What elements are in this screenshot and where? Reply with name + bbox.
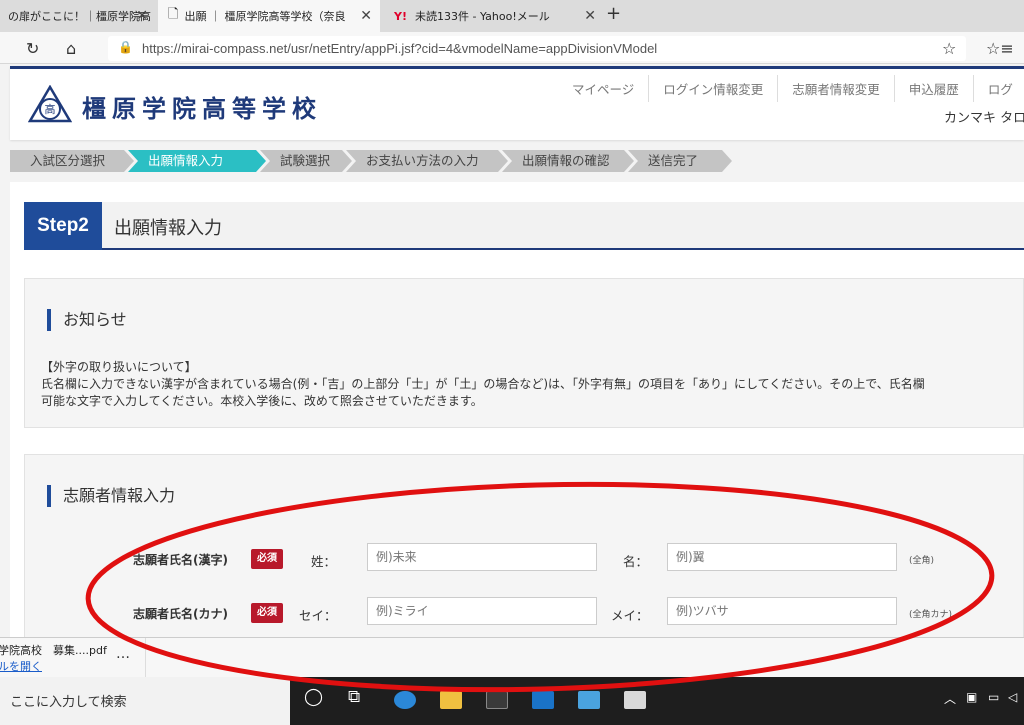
kana-name-label: 志願者氏名(カナ): [133, 607, 228, 621]
last-name-kana-label: セイ：: [299, 608, 337, 623]
new-tab-icon[interactable]: +: [606, 3, 621, 24]
main-panel: Step2 出願情報入力 お知らせ 【外字の取り扱いについて】 氏名欄に入力でき…: [10, 182, 1024, 644]
tray-chevron-icon[interactable]: ︿: [944, 690, 956, 707]
store-icon[interactable]: [486, 691, 508, 709]
app-icon[interactable]: [578, 691, 600, 709]
download-item[interactable]: 学院高校 募集....pdf ルを開く …: [0, 638, 146, 678]
user-name: カンマキ タロ: [944, 111, 1024, 126]
edge-icon[interactable]: [394, 691, 416, 709]
more-options-icon[interactable]: …: [116, 646, 130, 662]
camera-icon[interactable]: ▣: [966, 690, 977, 704]
download-bar: 学院高校 募集....pdf ルを開く …: [0, 637, 1024, 678]
browser-tab-strip: の扉がここに！｜橿原学院高 ✕ 🗋 出願 ｜ 橿原学院高等学校（奈良 ✕ Y! …: [0, 0, 1024, 32]
address-bar-row: ↻ ⌂ 🔒 https://mirai-compass.net/usr/netE…: [0, 32, 1024, 64]
first-name-kana-input[interactable]: [667, 597, 897, 625]
first-name-kanji-input[interactable]: [667, 543, 897, 571]
step-header: Step2 出願情報入力: [24, 202, 1024, 250]
notice-line: 可能な文字で入力してください。本校入学後に、改めて照会させていただきます。: [41, 394, 483, 408]
home-icon[interactable]: ⌂: [66, 39, 76, 58]
close-icon[interactable]: ✕: [360, 8, 372, 24]
school-logo: 高: [28, 85, 72, 123]
fullwidth-hint: (全角): [909, 556, 935, 566]
site-header: 高 橿原学院高等学校 マイページ ログイン情報変更 志願者情報変更 申込履歴 ロ…: [10, 66, 1024, 140]
download-filename: 学院高校 募集....pdf: [0, 644, 107, 657]
nav-logout[interactable]: ログ: [972, 75, 1024, 102]
step-badge: Step2: [24, 202, 102, 250]
address-bar[interactable]: 🔒 https://mirai-compass.net/usr/netEntry…: [108, 36, 966, 61]
first-name-kana-label: メイ：: [611, 608, 649, 623]
battery-icon[interactable]: ▭: [988, 690, 999, 704]
step-item-active: 出願情報入力: [128, 150, 266, 172]
applicant-box: 志願者情報入力 志願者氏名(漢字) 必須 姓： 名： (全角) 志願者氏名(カナ…: [24, 454, 1024, 644]
notice-line: 【外字の取り扱いについて】: [41, 360, 197, 374]
open-file-link[interactable]: ルを開く: [0, 658, 42, 674]
step-item: 入試区分選択: [10, 150, 134, 172]
step-item: 出願情報の確認: [502, 150, 634, 172]
browser-tab[interactable]: の扉がここに！｜橿原学院高 ✕: [0, 0, 156, 32]
nav-login-change[interactable]: ログイン情報変更: [648, 75, 777, 102]
tab-title: 未読133件 - Yahoo!メール: [414, 10, 550, 23]
page-icon: 🗋: [168, 7, 179, 22]
task-view-icon[interactable]: ⧉: [348, 687, 360, 707]
close-icon[interactable]: ✕: [136, 8, 148, 24]
step-progress: 入試区分選択 出願情報入力 試験選択 お支払い方法の入力 出願情報の確認 送信完…: [10, 150, 1024, 172]
svg-text:高: 高: [45, 102, 56, 116]
required-badge: 必須: [251, 603, 283, 623]
tab-title: 出願 ｜ 橿原学院高等学校（奈良: [184, 10, 346, 23]
taskbar: ここに入力して検索 ◯ ⧉ ︿ ▣ ▭ ◁: [0, 677, 1024, 725]
taskbar-search[interactable]: ここに入力して検索: [0, 677, 290, 725]
notice-box: お知らせ 【外字の取り扱いについて】 氏名欄に入力できない漢字が含まれている場合…: [24, 278, 1024, 428]
app-icon[interactable]: [624, 691, 646, 709]
fullwidth-kana-hint: (全角カナ): [909, 610, 953, 620]
file-explorer-icon[interactable]: [440, 691, 462, 709]
last-name-kana-input[interactable]: [367, 597, 597, 625]
mail-icon[interactable]: [532, 691, 554, 709]
browser-tab[interactable]: Y! 未読133件 - Yahoo!メール ✕: [382, 0, 604, 32]
browser-tab-active[interactable]: 🗋 出願 ｜ 橿原学院高等学校（奈良 ✕: [158, 0, 380, 32]
volume-icon[interactable]: ◁: [1008, 690, 1017, 704]
step-title: 出願情報入力: [114, 218, 222, 239]
step-item: お支払い方法の入力: [346, 150, 508, 172]
favorite-star-icon[interactable]: ☆: [942, 39, 956, 58]
url-text: https://mirai-compass.net/usr/netEntry/a…: [142, 41, 658, 56]
tab-title: の扉がここに！｜橿原学院高: [8, 10, 151, 23]
notice-title: お知らせ: [47, 309, 127, 331]
first-name-label: 名：: [623, 554, 649, 569]
applicant-title: 志願者情報入力: [47, 485, 175, 507]
kanji-name-label: 志願者氏名(漢字): [133, 553, 228, 567]
nav-applicant-change[interactable]: 志願者情報変更: [777, 75, 894, 102]
notice-line: 氏名欄に入力できない漢字が含まれている場合(例・「吉」の上部分「士」が「土」の場…: [41, 377, 925, 391]
yahoo-icon: Y!: [394, 9, 407, 23]
cortana-icon[interactable]: ◯: [304, 687, 323, 707]
school-name: 橿原学院高等学校: [82, 94, 322, 123]
step-item: 試験選択: [260, 150, 352, 172]
nav-mypage[interactable]: マイページ: [558, 75, 648, 102]
last-name-kanji-input[interactable]: [367, 543, 597, 571]
notice-text: 【外字の取り扱いについて】 氏名欄に入力できない漢字が含まれている場合(例・「吉…: [41, 359, 925, 410]
search-placeholder: ここに入力して検索: [10, 695, 127, 710]
refresh-icon[interactable]: ↻: [26, 39, 39, 58]
nav-history[interactable]: 申込履歴: [893, 75, 973, 102]
close-icon[interactable]: ✕: [584, 8, 596, 24]
favorites-list-icon[interactable]: ☆≡: [986, 39, 1014, 58]
step-item: 送信完了: [628, 150, 732, 172]
last-name-label: 姓：: [311, 554, 337, 569]
lock-icon: 🔒: [118, 40, 133, 54]
top-nav: マイページ ログイン情報変更 志願者情報変更 申込履歴 ログ: [558, 75, 1024, 102]
required-badge: 必須: [251, 549, 283, 569]
